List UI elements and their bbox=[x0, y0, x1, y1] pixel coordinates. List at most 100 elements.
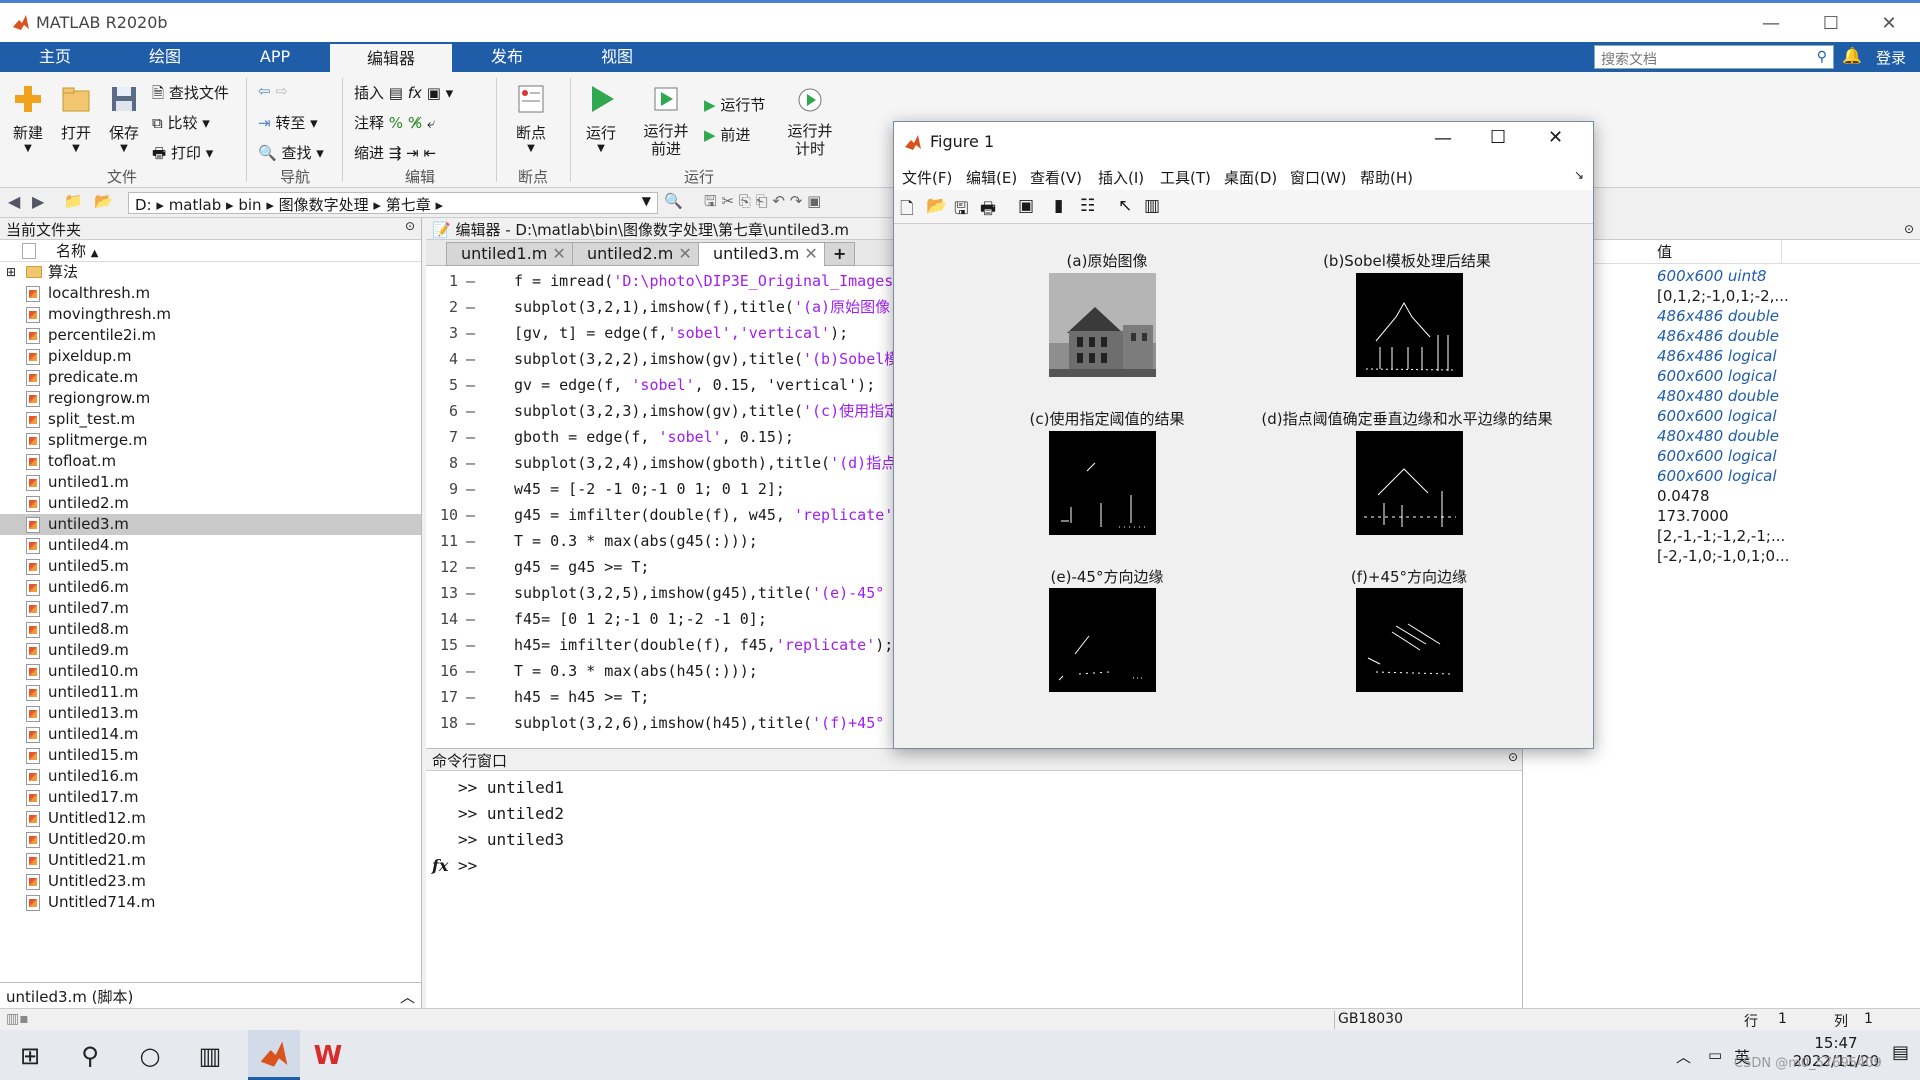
run-time-button[interactable]: 运行并 计时 bbox=[784, 82, 836, 158]
file-details-bar[interactable]: untiled3.m (脚本) ︿ bbox=[0, 982, 421, 1008]
file-item[interactable]: untiled3.m bbox=[0, 514, 421, 535]
link-plot-icon[interactable]: ▣ bbox=[1018, 196, 1034, 216]
file-item[interactable]: untiled17.m bbox=[0, 787, 421, 808]
file-item[interactable]: untiled2.m bbox=[0, 493, 421, 514]
tab-untiled1[interactable]: untiled1.m ✕ bbox=[446, 242, 581, 266]
indent-decrease-icon[interactable]: ⇤ bbox=[424, 144, 437, 162]
file-item[interactable]: Untitled20.m bbox=[0, 829, 421, 850]
file-item[interactable]: untiled16.m bbox=[0, 766, 421, 787]
fx-icon[interactable]: fx bbox=[432, 853, 448, 879]
line-number[interactable]: 9 bbox=[434, 476, 458, 502]
nav-back-icon[interactable]: ◀ bbox=[8, 192, 20, 211]
breakpoints-button[interactable]: 断点 ▼ bbox=[510, 82, 552, 154]
file-item[interactable]: untiled5.m bbox=[0, 556, 421, 577]
pointer-icon[interactable]: ↖ bbox=[1118, 196, 1132, 216]
file-item[interactable]: localthresh.m bbox=[0, 283, 421, 304]
figure-minimize-icon[interactable]: — bbox=[1434, 128, 1452, 149]
wps-taskbar-icon[interactable]: W bbox=[310, 1040, 346, 1072]
percent-icon[interactable]: % bbox=[389, 114, 403, 132]
print-button[interactable]: 🖶 打印 ▾ bbox=[152, 142, 213, 168]
smart-indent-icon[interactable]: ⇶ bbox=[389, 144, 402, 162]
close-tab-icon[interactable]: ✕ bbox=[804, 244, 817, 263]
tab-view[interactable]: 视图 bbox=[562, 42, 672, 72]
file-item[interactable]: untiled9.m bbox=[0, 640, 421, 661]
file-item[interactable]: tofloat.m bbox=[0, 451, 421, 472]
arrow-right-icon[interactable]: ⇨ bbox=[275, 82, 288, 100]
nav-forward-icon[interactable]: ▶ bbox=[32, 192, 44, 211]
indent-button[interactable]: 缩进 ⇶ ⇥ ⇤ bbox=[354, 142, 436, 163]
tab-untiled3[interactable]: untiled3.m ✕ bbox=[698, 242, 833, 266]
battery-icon[interactable]: ▭ bbox=[1708, 1046, 1722, 1064]
matlab-taskbar-icon[interactable] bbox=[248, 1030, 300, 1080]
tab-home[interactable]: 主页 bbox=[0, 42, 110, 72]
file-item[interactable]: Untitled21.m bbox=[0, 850, 421, 871]
find-button[interactable]: 🔍 查找 ▾ bbox=[258, 142, 324, 163]
file-item[interactable]: splitmerge.m bbox=[0, 430, 421, 451]
back-forward-nav[interactable]: ⇦ ⇨ bbox=[258, 82, 288, 100]
indent-increase-icon[interactable]: ⇥ bbox=[406, 144, 419, 162]
panel-menu-icon[interactable]: ⊙ bbox=[1508, 750, 1518, 764]
path-segment[interactable]: bin bbox=[238, 196, 261, 214]
breakpoint-marker[interactable]: — bbox=[466, 710, 475, 736]
fx-icon[interactable]: fx bbox=[408, 84, 422, 102]
run-advance-button[interactable]: 运行并 前进 bbox=[640, 82, 692, 158]
breakpoint-marker[interactable]: — bbox=[466, 528, 475, 554]
breakpoint-marker[interactable]: — bbox=[466, 424, 475, 450]
tab-plots[interactable]: 绘图 bbox=[110, 42, 220, 72]
tab-apps[interactable]: APP bbox=[220, 42, 330, 72]
file-item[interactable]: Untitled12.m bbox=[0, 808, 421, 829]
command-prompt[interactable]: fx >> bbox=[426, 853, 1524, 879]
line-number[interactable]: 8 bbox=[434, 450, 458, 476]
folder-item[interactable]: ⊞ 算法 bbox=[0, 262, 421, 283]
line-number[interactable]: 14 bbox=[434, 606, 458, 632]
line-number[interactable]: 12 bbox=[434, 554, 458, 580]
save-button[interactable]: 保存 ▼ bbox=[104, 82, 144, 154]
line-number[interactable]: 4 bbox=[434, 346, 458, 372]
file-item[interactable]: pixeldup.m bbox=[0, 346, 421, 367]
file-item[interactable]: predicate.m bbox=[0, 367, 421, 388]
line-number[interactable]: 18 bbox=[434, 710, 458, 736]
file-item[interactable]: untiled1.m bbox=[0, 472, 421, 493]
file-item[interactable]: untiled4.m bbox=[0, 535, 421, 556]
open-button[interactable]: 打开 ▼ bbox=[56, 82, 96, 154]
file-item[interactable]: split_test.m bbox=[0, 409, 421, 430]
breakpoint-marker[interactable]: — bbox=[466, 346, 475, 372]
windows-start-icon[interactable]: ⊞ bbox=[12, 1040, 48, 1072]
folder-up-icon[interactable]: 📁 bbox=[64, 192, 83, 210]
comment-button[interactable]: 注释 % %̸ ⤶ bbox=[354, 112, 435, 133]
breakpoint-marker[interactable]: — bbox=[466, 398, 475, 424]
file-item[interactable]: untiled7.m bbox=[0, 598, 421, 619]
breakpoint-marker[interactable]: — bbox=[466, 502, 475, 528]
search-icon[interactable]: ⚲ bbox=[1817, 49, 1827, 65]
file-item[interactable]: Untitled23.m bbox=[0, 871, 421, 892]
breakpoint-marker[interactable]: — bbox=[466, 294, 475, 320]
line-number[interactable]: 10 bbox=[434, 502, 458, 528]
figure-close-icon[interactable]: ✕ bbox=[1548, 127, 1563, 148]
wrap-icon[interactable]: ⤶ bbox=[427, 114, 435, 132]
line-number[interactable]: 16 bbox=[434, 658, 458, 684]
menu-window[interactable]: 窗口(W) bbox=[1290, 167, 1347, 188]
menu-help[interactable]: 帮助(H) bbox=[1360, 167, 1413, 188]
new-button[interactable]: 新建 ▼ bbox=[8, 82, 48, 154]
cortana-icon[interactable]: ○ bbox=[132, 1040, 168, 1072]
doc-search-input[interactable]: 搜索文档 ⚲ bbox=[1594, 45, 1834, 69]
breakpoint-marker[interactable]: — bbox=[466, 268, 475, 294]
line-number[interactable]: 1 bbox=[434, 268, 458, 294]
new-figure-icon[interactable]: 🗋 bbox=[900, 196, 914, 225]
chevron-up-icon[interactable]: ︿ bbox=[400, 986, 415, 1007]
find-files-button[interactable]: 🗎 查找文件 bbox=[152, 82, 229, 108]
file-item[interactable]: untiled13.m bbox=[0, 703, 421, 724]
panel-menu-icon[interactable]: ⊙ bbox=[405, 219, 415, 233]
file-item[interactable]: untiled15.m bbox=[0, 745, 421, 766]
expand-icon[interactable]: ⊞ bbox=[6, 262, 16, 283]
task-view-icon[interactable]: ▥ bbox=[192, 1040, 228, 1072]
file-item[interactable]: untiled11.m bbox=[0, 682, 421, 703]
menu-desktop[interactable]: 桌面(D) bbox=[1224, 167, 1277, 188]
minimize-icon[interactable]: — bbox=[1748, 9, 1794, 39]
advance-button[interactable]: ▶ 前进 bbox=[704, 124, 750, 145]
command-window[interactable]: 命令行窗口 ⊙ >> untiled1 >> untiled2 >> until… bbox=[426, 748, 1524, 1008]
run-section-button[interactable]: ▶ 运行节 bbox=[704, 94, 765, 115]
figure-maximize-icon[interactable]: ☐ bbox=[1490, 127, 1506, 148]
breakpoint-marker[interactable]: — bbox=[466, 320, 475, 346]
line-number[interactable]: 6 bbox=[434, 398, 458, 424]
